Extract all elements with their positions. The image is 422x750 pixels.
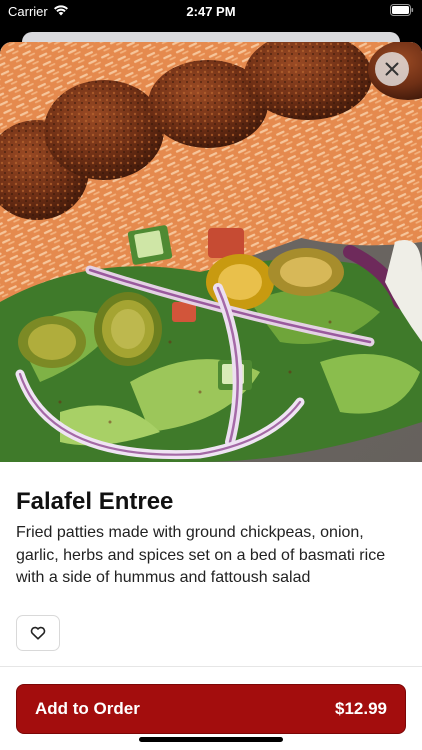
home-indicator: [139, 737, 283, 742]
divider: [0, 666, 422, 667]
status-bar: Carrier 2:47 PM: [0, 0, 422, 24]
close-button[interactable]: [375, 52, 409, 86]
item-title: Falafel Entree: [16, 488, 174, 515]
heart-icon: [30, 626, 46, 640]
item-photo: [0, 42, 422, 462]
item-price: $12.99: [335, 699, 387, 718]
item-detail-sheet: Falafel Entree Fried patties made with g…: [0, 42, 422, 750]
item-description: Fried patties made with ground chickpeas…: [16, 524, 386, 586]
status-time: 2:47 PM: [186, 4, 236, 19]
close-icon: [385, 62, 399, 76]
battery-icon: [390, 4, 414, 19]
favorite-button[interactable]: [16, 615, 60, 651]
add-to-order-label: Add to Order: [35, 699, 140, 718]
add-to-order-button[interactable]: Add to Order $12.99: [16, 684, 406, 734]
